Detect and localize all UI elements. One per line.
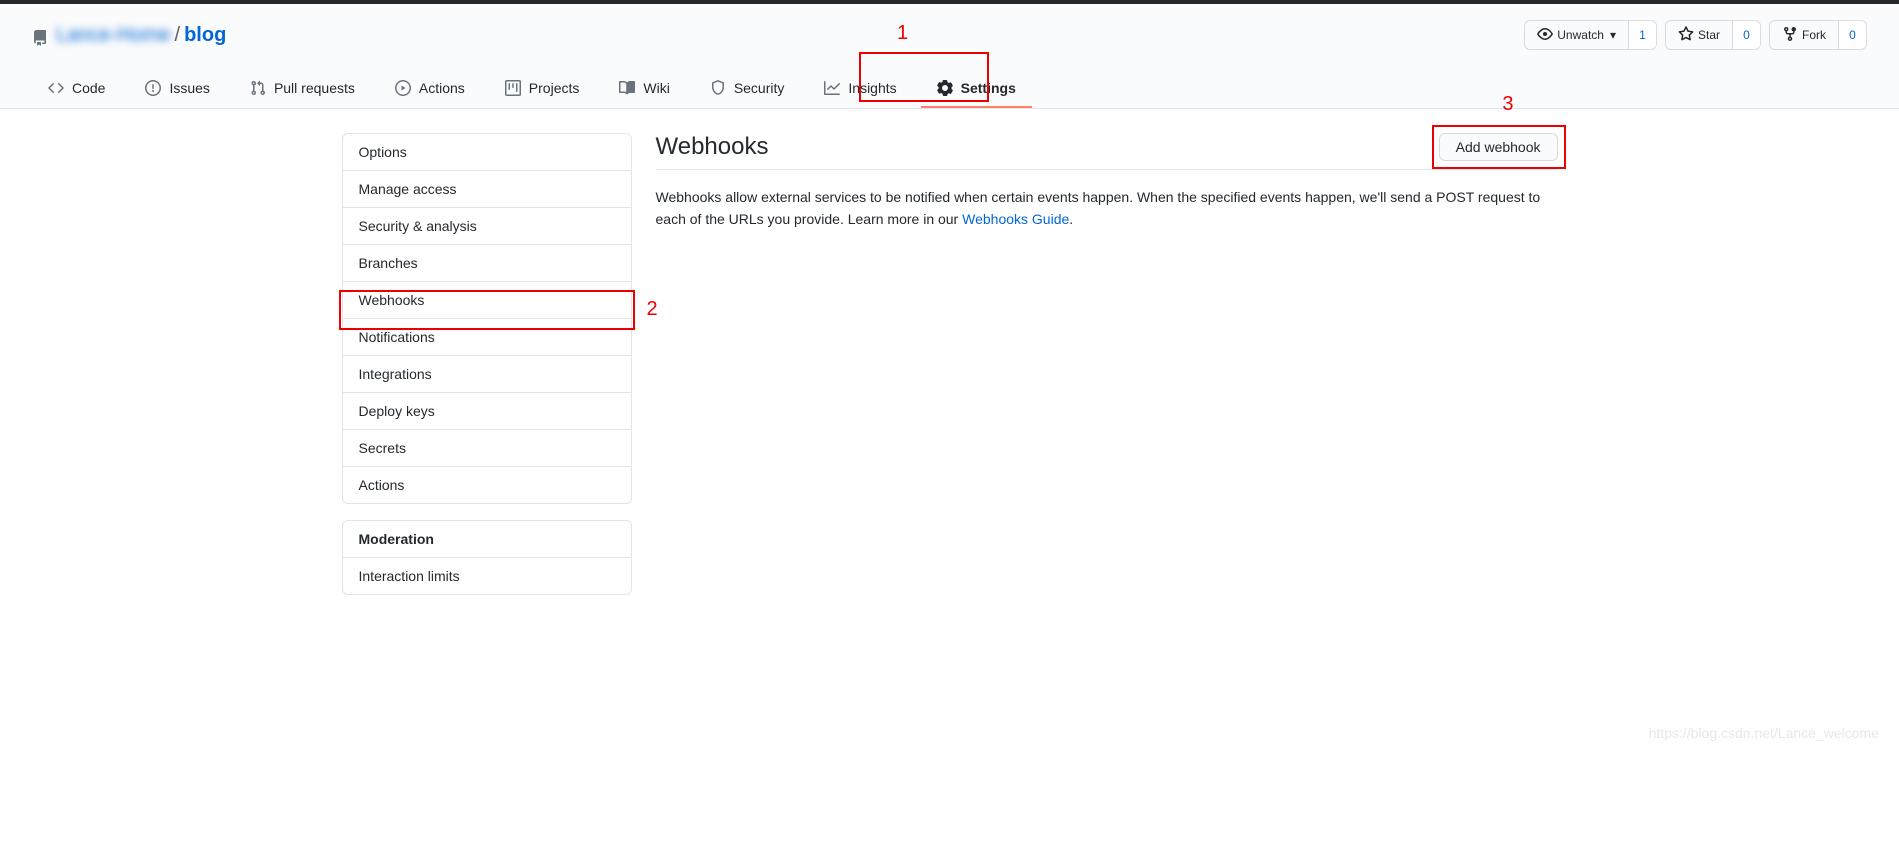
gear-icon [937, 80, 953, 96]
settings-content: Options Manage access Security & analysi… [310, 109, 1590, 635]
tab-code[interactable]: Code [32, 70, 121, 108]
panel-subhead: Webhooks Add webhook [656, 133, 1558, 170]
repo-tabs: Code Issues Pull requests Actions Projec… [32, 70, 1867, 108]
watch-control: Unwatch ▾ 1 [1524, 20, 1657, 50]
webhooks-panel: Webhooks Add webhook Webhooks allow exte… [656, 133, 1558, 611]
settings-menu: Options Manage access Security & analysi… [342, 133, 632, 504]
unwatch-button[interactable]: Unwatch ▾ [1524, 20, 1629, 50]
sidebar-item-security-analysis[interactable]: Security & analysis [343, 208, 631, 245]
sidebar-item-deploy-keys[interactable]: Deploy keys [343, 393, 631, 430]
fork-label: Fork [1802, 25, 1826, 45]
repo-separator: / [175, 24, 181, 47]
sidebar-item-webhooks[interactable]: Webhooks [343, 282, 631, 319]
tab-projects[interactable]: Projects [489, 70, 596, 108]
webhooks-description: Webhooks allow external services to be n… [656, 186, 1558, 231]
repo-actions: Unwatch ▾ 1 Star 0 Fork 0 [1524, 20, 1867, 50]
star-button[interactable]: Star [1665, 20, 1733, 50]
tab-label: Wiki [643, 80, 669, 96]
repo-title: Lance-Home / blog [32, 24, 226, 47]
fork-control: Fork 0 [1769, 20, 1867, 50]
star-label: Star [1698, 25, 1720, 45]
graph-icon [824, 80, 840, 96]
watch-label: Unwatch [1557, 25, 1604, 45]
star-control: Star 0 [1665, 20, 1761, 50]
tab-label: Actions [419, 80, 465, 96]
webhooks-guide-link[interactable]: Webhooks Guide [962, 211, 1069, 227]
watch-count[interactable]: 1 [1629, 20, 1657, 50]
eye-icon [1537, 25, 1553, 45]
desc-text: Webhooks allow external services to be n… [656, 189, 1541, 227]
sidebar-item-notifications[interactable]: Notifications [343, 319, 631, 356]
repo-owner-link[interactable]: Lance-Home [56, 24, 171, 47]
star-icon [1678, 25, 1694, 45]
sidebar-item-secrets[interactable]: Secrets [343, 430, 631, 467]
tab-label: Projects [529, 80, 580, 96]
tab-settings[interactable]: Settings [921, 70, 1032, 108]
tab-label: Code [72, 80, 105, 96]
sidebar-item-branches[interactable]: Branches [343, 245, 631, 282]
code-icon [48, 80, 64, 96]
project-icon [505, 80, 521, 96]
sidebar-heading-moderation: Moderation [343, 521, 631, 558]
issue-icon [145, 80, 161, 96]
fork-button[interactable]: Fork [1769, 20, 1839, 50]
fork-count[interactable]: 0 [1839, 20, 1867, 50]
fork-icon [1782, 25, 1798, 45]
tab-label: Issues [169, 80, 209, 96]
sidebar-item-integrations[interactable]: Integrations [343, 356, 631, 393]
repo-name-link[interactable]: blog [184, 24, 226, 47]
sidebar-item-interaction-limits[interactable]: Interaction limits [343, 558, 631, 594]
tab-issues[interactable]: Issues [129, 70, 225, 108]
desc-suffix: . [1069, 211, 1073, 227]
tab-actions[interactable]: Actions [379, 70, 481, 108]
book-icon [619, 80, 635, 96]
watermark: https://blog.csdn.net/Lance_welcome [1649, 725, 1879, 741]
tab-pull-requests[interactable]: Pull requests [234, 70, 371, 108]
repo-icon [32, 24, 48, 47]
sidebar-item-actions[interactable]: Actions [343, 467, 631, 503]
tab-label: Security [734, 80, 785, 96]
dropdown-caret-icon: ▾ [1610, 25, 1616, 45]
shield-icon [710, 80, 726, 96]
tab-security[interactable]: Security [694, 70, 801, 108]
moderation-menu: Moderation Interaction limits [342, 520, 632, 595]
pr-icon [250, 80, 266, 96]
settings-sidebar: Options Manage access Security & analysi… [342, 133, 632, 611]
tab-label: Insights [848, 80, 896, 96]
sidebar-item-options[interactable]: Options [343, 134, 631, 171]
add-webhook-button[interactable]: Add webhook [1439, 133, 1558, 161]
sidebar-item-manage-access[interactable]: Manage access [343, 171, 631, 208]
play-icon [395, 80, 411, 96]
tab-insights[interactable]: Insights [808, 70, 912, 108]
tab-label: Pull requests [274, 80, 355, 96]
tab-wiki[interactable]: Wiki [603, 70, 685, 108]
repo-header: Lance-Home / blog Unwatch ▾ 1 Star 0 [0, 4, 1899, 109]
page-title: Webhooks [656, 133, 769, 161]
tab-label: Settings [961, 80, 1016, 96]
star-count[interactable]: 0 [1733, 20, 1761, 50]
